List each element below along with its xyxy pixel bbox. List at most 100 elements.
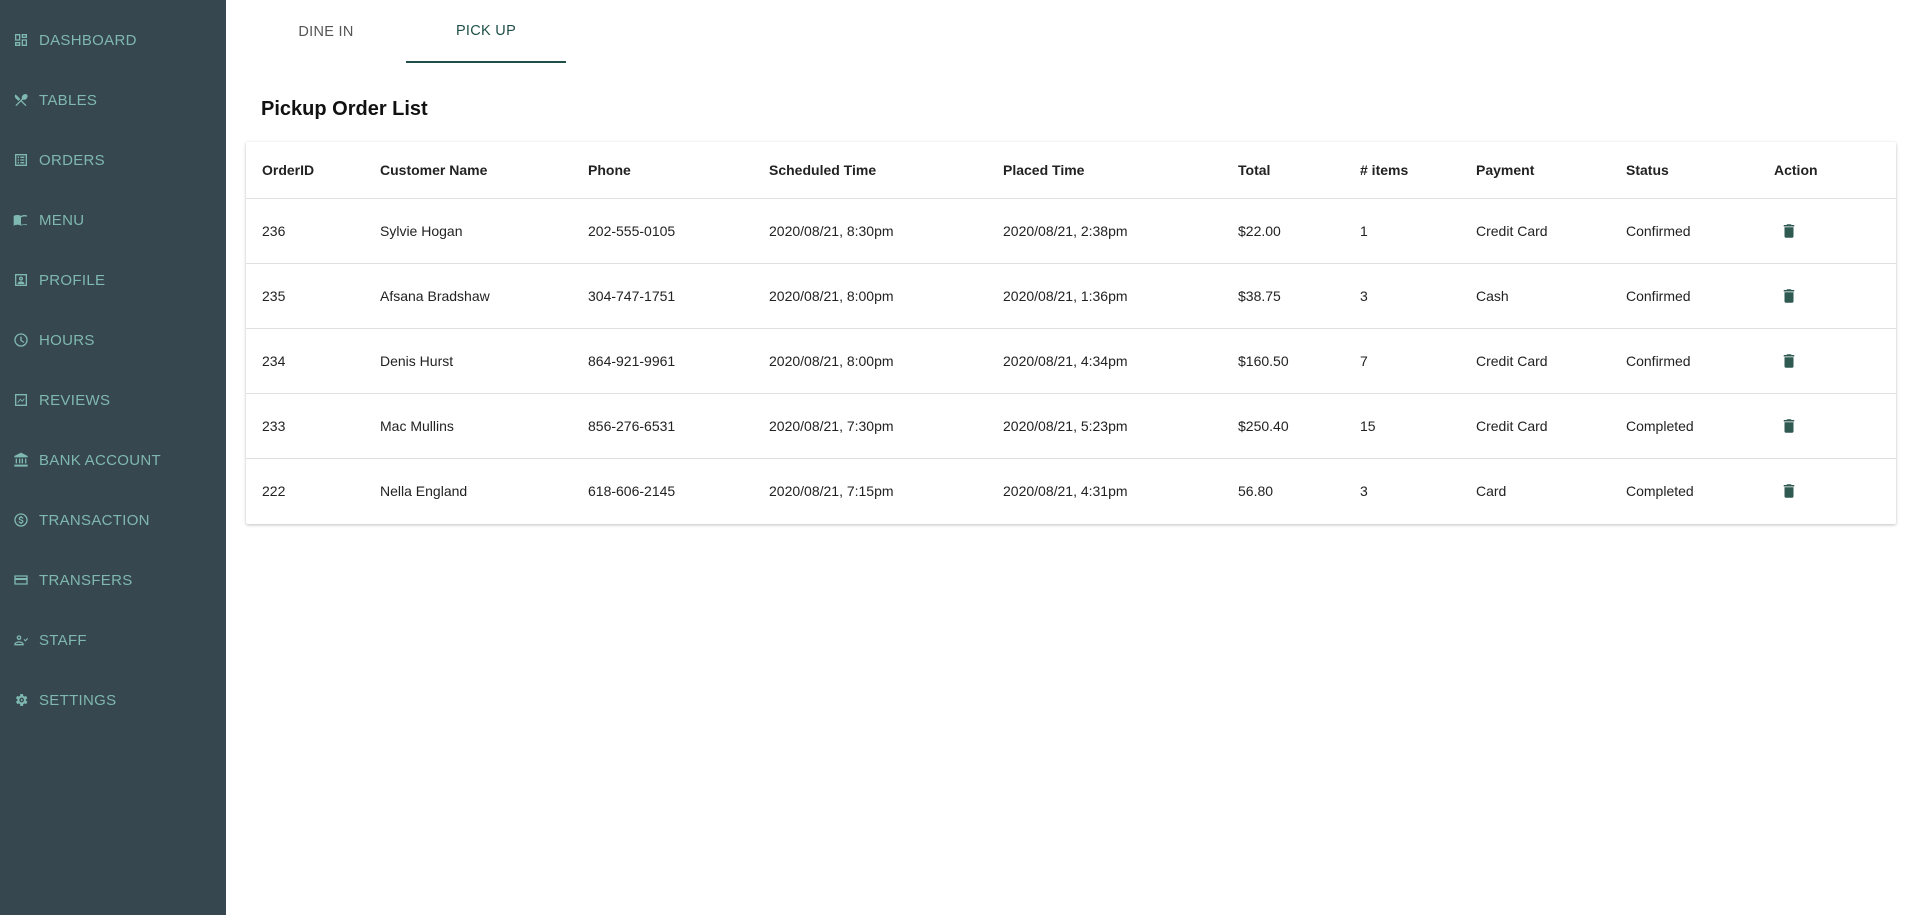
table-row[interactable]: 233 Mac Mullins 856-276-6531 2020/08/21,… — [246, 393, 1896, 459]
cell-items: 15 — [1344, 393, 1460, 459]
delete-icon[interactable] — [1780, 222, 1798, 240]
cell-status: Confirmed — [1610, 263, 1758, 329]
reviews-icon — [13, 392, 29, 408]
staff-icon — [13, 632, 29, 648]
sidebar: DASHBOARD TABLES ORDERS MENU PROFILE HOU… — [0, 0, 226, 915]
gear-icon — [13, 692, 29, 708]
sidebar-item-label: DASHBOARD — [39, 31, 137, 49]
book-icon — [13, 212, 29, 228]
sidebar-item-label: PROFILE — [39, 271, 106, 289]
sidebar-item-label: REVIEWS — [39, 391, 111, 409]
column-header-customer-name: Customer Name — [364, 142, 572, 199]
card-icon — [13, 572, 29, 588]
orders-table: OrderID Customer Name Phone Scheduled Ti… — [246, 142, 1896, 523]
sidebar-item-dashboard[interactable]: DASHBOARD — [0, 20, 226, 60]
table-row[interactable]: 234 Denis Hurst 864-921-9961 2020/08/21,… — [246, 328, 1896, 394]
sidebar-item-profile[interactable]: PROFILE — [0, 260, 226, 300]
dashboard-icon — [13, 32, 29, 48]
delete-icon[interactable] — [1780, 482, 1798, 500]
cell-total: $38.75 — [1222, 263, 1344, 329]
clock-icon — [13, 332, 29, 348]
sidebar-item-staff[interactable]: STAFF — [0, 620, 226, 660]
cell-payment: Cash — [1460, 263, 1610, 329]
cell-status: Completed — [1626, 483, 1694, 499]
sidebar-item-settings[interactable]: SETTINGS — [0, 680, 226, 720]
sidebar-item-menu[interactable]: MENU — [0, 200, 226, 240]
profile-icon — [13, 272, 29, 288]
delete-icon[interactable] — [1780, 417, 1798, 435]
cell-customer-name: Mac Mullins — [364, 393, 572, 459]
sidebar-item-hours[interactable]: HOURS — [0, 320, 226, 360]
sidebar-item-orders[interactable]: ORDERS — [0, 140, 226, 180]
cell-payment: Card — [1476, 483, 1507, 499]
table-header-row: OrderID Customer Name Phone Scheduled Ti… — [246, 142, 1896, 199]
cell-total: $22.00 — [1222, 198, 1344, 264]
sidebar-item-label: ORDERS — [39, 151, 105, 169]
main-content: DINE IN PICK UP Pickup Order List OrderI… — [226, 0, 1907, 915]
cell-customer-name: Sylvie Hogan — [364, 198, 572, 264]
cell-scheduled-time: 2020/08/21, 7:15pm — [769, 483, 894, 499]
column-header-action: Action — [1758, 142, 1896, 199]
cell-phone: 304-747-1751 — [572, 263, 753, 329]
cell-action — [1758, 459, 1896, 524]
sidebar-item-transfers[interactable]: TRANSFERS — [0, 560, 226, 600]
order-tabs: DINE IN PICK UP — [246, 0, 566, 63]
sidebar-item-label: TABLES — [39, 91, 98, 109]
cell-action — [1758, 263, 1896, 329]
cell-status: Confirmed — [1610, 328, 1758, 394]
cell-order-id: 235 — [246, 263, 364, 329]
tab-pick-up[interactable]: PICK UP — [406, 0, 566, 63]
list-icon — [13, 152, 29, 168]
sidebar-item-label: STAFF — [39, 631, 87, 649]
cell-order-id: 234 — [246, 328, 364, 394]
cell-order-id: 236 — [246, 198, 364, 264]
sidebar-item-tables[interactable]: TABLES — [0, 80, 226, 120]
delete-icon[interactable] — [1780, 352, 1798, 370]
column-header-items: # items — [1344, 142, 1460, 199]
dollar-icon — [13, 512, 29, 528]
sidebar-item-label: BANK ACCOUNT — [39, 451, 161, 469]
cell-placed-time: 2020/08/21, 2:38pm — [987, 198, 1222, 264]
table-row[interactable]: 236 Sylvie Hogan 202-555-0105 2020/08/21… — [246, 198, 1896, 264]
sidebar-item-label: SETTINGS — [39, 691, 117, 709]
cell-order-id: 233 — [246, 393, 364, 459]
sidebar-item-bank-account[interactable]: BANK ACCOUNT — [0, 440, 226, 480]
column-header-total: Total — [1222, 142, 1344, 199]
cell-phone: 202-555-0105 — [572, 198, 753, 264]
column-header-scheduled-time: Scheduled Time — [753, 142, 987, 199]
cell-items: 3 — [1344, 263, 1460, 329]
cell-scheduled-time: 2020/08/21, 8:00pm — [753, 328, 987, 394]
cell-placed-time: 2020/08/21, 5:23pm — [987, 393, 1222, 459]
cell-action — [1758, 328, 1896, 394]
tab-dine-in[interactable]: DINE IN — [246, 0, 406, 63]
cell-payment: Credit Card — [1460, 198, 1610, 264]
column-header-status: Status — [1610, 142, 1758, 199]
table-row[interactable]: 235 Afsana Bradshaw 304-747-1751 2020/08… — [246, 263, 1896, 329]
sidebar-item-reviews[interactable]: REVIEWS — [0, 380, 226, 420]
sidebar-item-transaction[interactable]: TRANSACTION — [0, 500, 226, 540]
column-header-payment: Payment — [1460, 142, 1610, 199]
delete-icon[interactable] — [1780, 287, 1798, 305]
sidebar-item-label: TRANSACTION — [39, 511, 150, 529]
sidebar-item-label: HOURS — [39, 331, 95, 349]
cell-status: Confirmed — [1610, 198, 1758, 264]
cell-customer-name: Afsana Bradshaw — [364, 263, 572, 329]
cell-placed-time: 2020/08/21, 4:31pm — [1003, 483, 1128, 499]
cell-placed-time: 2020/08/21, 4:34pm — [987, 328, 1222, 394]
cell-order-id: 222 — [262, 483, 286, 499]
sidebar-item-label: MENU — [39, 211, 85, 229]
table-row[interactable]: 222 Nella England 618-606-2145 2020/08/2… — [246, 459, 1896, 524]
page-title: Pickup Order List — [261, 98, 428, 120]
bank-icon — [13, 452, 29, 468]
cell-scheduled-time: 2020/08/21, 7:30pm — [753, 393, 987, 459]
cell-items: 3 — [1360, 483, 1368, 499]
cell-customer-name: Nella England — [380, 483, 468, 499]
cell-items: 1 — [1344, 198, 1460, 264]
cell-payment: Credit Card — [1460, 393, 1610, 459]
cell-items: 7 — [1344, 328, 1460, 394]
cell-action — [1758, 198, 1896, 264]
cell-phone: 856-276-6531 — [572, 393, 753, 459]
cell-phone: 864-921-9961 — [572, 328, 753, 394]
cell-scheduled-time: 2020/08/21, 8:30pm — [753, 198, 987, 264]
cell-total: 56.80 — [1238, 483, 1274, 499]
